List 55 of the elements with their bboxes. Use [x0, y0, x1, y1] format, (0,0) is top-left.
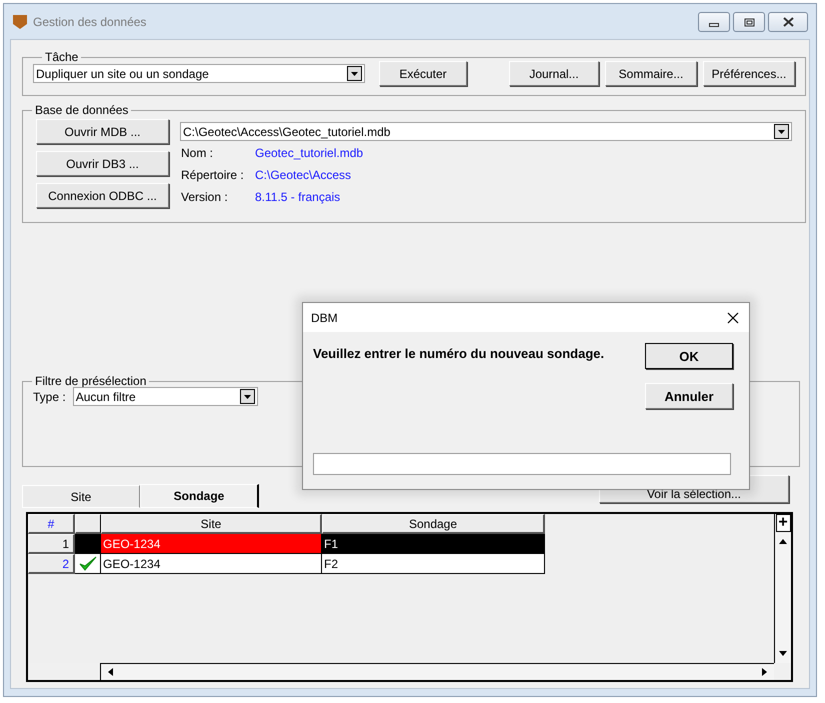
column-header[interactable]: #: [28, 514, 75, 534]
info-value: 8.11.5 - français: [255, 190, 342, 205]
scroll-down-icon: [778, 650, 788, 657]
dropdown-arrow-icon: [350, 70, 359, 78]
maximize-button[interactable]: [733, 12, 765, 32]
button[interactable]: Annuler: [645, 383, 733, 409]
minimize-button[interactable]: [698, 12, 730, 32]
scroll-right-icon: [761, 667, 768, 677]
path-dropdown[interactable]: C:\Geotec\Access\Geotec_tutoriel.mdb: [180, 122, 792, 141]
button[interactable]: Journal...: [509, 61, 599, 86]
dropdown-arrow-icon: [242, 392, 252, 400]
info-label: Répertoire :: [181, 168, 245, 183]
scroll-left-icon: [107, 667, 114, 677]
column-header[interactable]: Sondage: [322, 514, 545, 534]
button[interactable]: Ouvrir DB3 ...: [36, 151, 169, 176]
dialog-title: DBM: [311, 310, 338, 324]
minimize-icon: [709, 22, 719, 26]
group-label: Base de données: [34, 103, 130, 117]
dropdown-arrow-icon: [777, 128, 786, 136]
button[interactable]: Exécuter: [379, 61, 467, 86]
column-header[interactable]: [75, 514, 101, 534]
tab[interactable]: Sondage: [140, 484, 259, 508]
column-header[interactable]: Site: [101, 514, 322, 534]
type-dropdown[interactable]: Aucun filtre: [72, 387, 258, 406]
table-cell: GEO-1234: [101, 554, 322, 574]
input-field[interactable]: [313, 453, 731, 475]
info-value: C:\Geotec\Access: [255, 168, 352, 183]
button[interactable]: Préférences...: [703, 61, 795, 86]
group-label: Filtre de présélection: [34, 374, 148, 388]
close-button[interactable]: [768, 12, 808, 32]
button[interactable]: Sommaire...: [605, 61, 697, 86]
button[interactable]: Ouvrir MDB ...: [36, 119, 169, 144]
task-dropdown[interactable]: Dupliquer un site ou un sondage: [33, 64, 365, 83]
tab[interactable]: Site: [22, 485, 140, 508]
info-value: Geotec_tutoriel.mdb: [255, 146, 364, 161]
shield-icon: [13, 14, 27, 28]
info-label: Version :: [181, 190, 229, 205]
checkmark-icon: [78, 555, 96, 572]
row-header[interactable]: 1: [28, 534, 75, 554]
vertical-scrollbar[interactable]: +: [774, 514, 791, 663]
table-cell: GEO-1234: [101, 534, 322, 554]
horizontal-scrollbar[interactable]: [100, 663, 774, 680]
button[interactable]: OK: [645, 343, 733, 369]
add-button[interactable]: +: [776, 514, 790, 532]
row-header[interactable]: 2: [28, 554, 75, 574]
close-icon: [727, 312, 739, 324]
button[interactable]: Connexion ODBC ...: [36, 183, 169, 208]
table-cell: F2: [322, 554, 545, 574]
window-title: Gestion des données: [33, 14, 146, 28]
type-label: Type :: [33, 390, 66, 404]
scroll-up-icon: [778, 538, 788, 545]
info-label: Nom :: [181, 146, 214, 161]
group-label: Tâche: [44, 50, 80, 64]
dialog-message: Veuillez entrer le numéro du nouveau sondage.: [313, 345, 606, 363]
table-cell: F1: [322, 534, 545, 554]
